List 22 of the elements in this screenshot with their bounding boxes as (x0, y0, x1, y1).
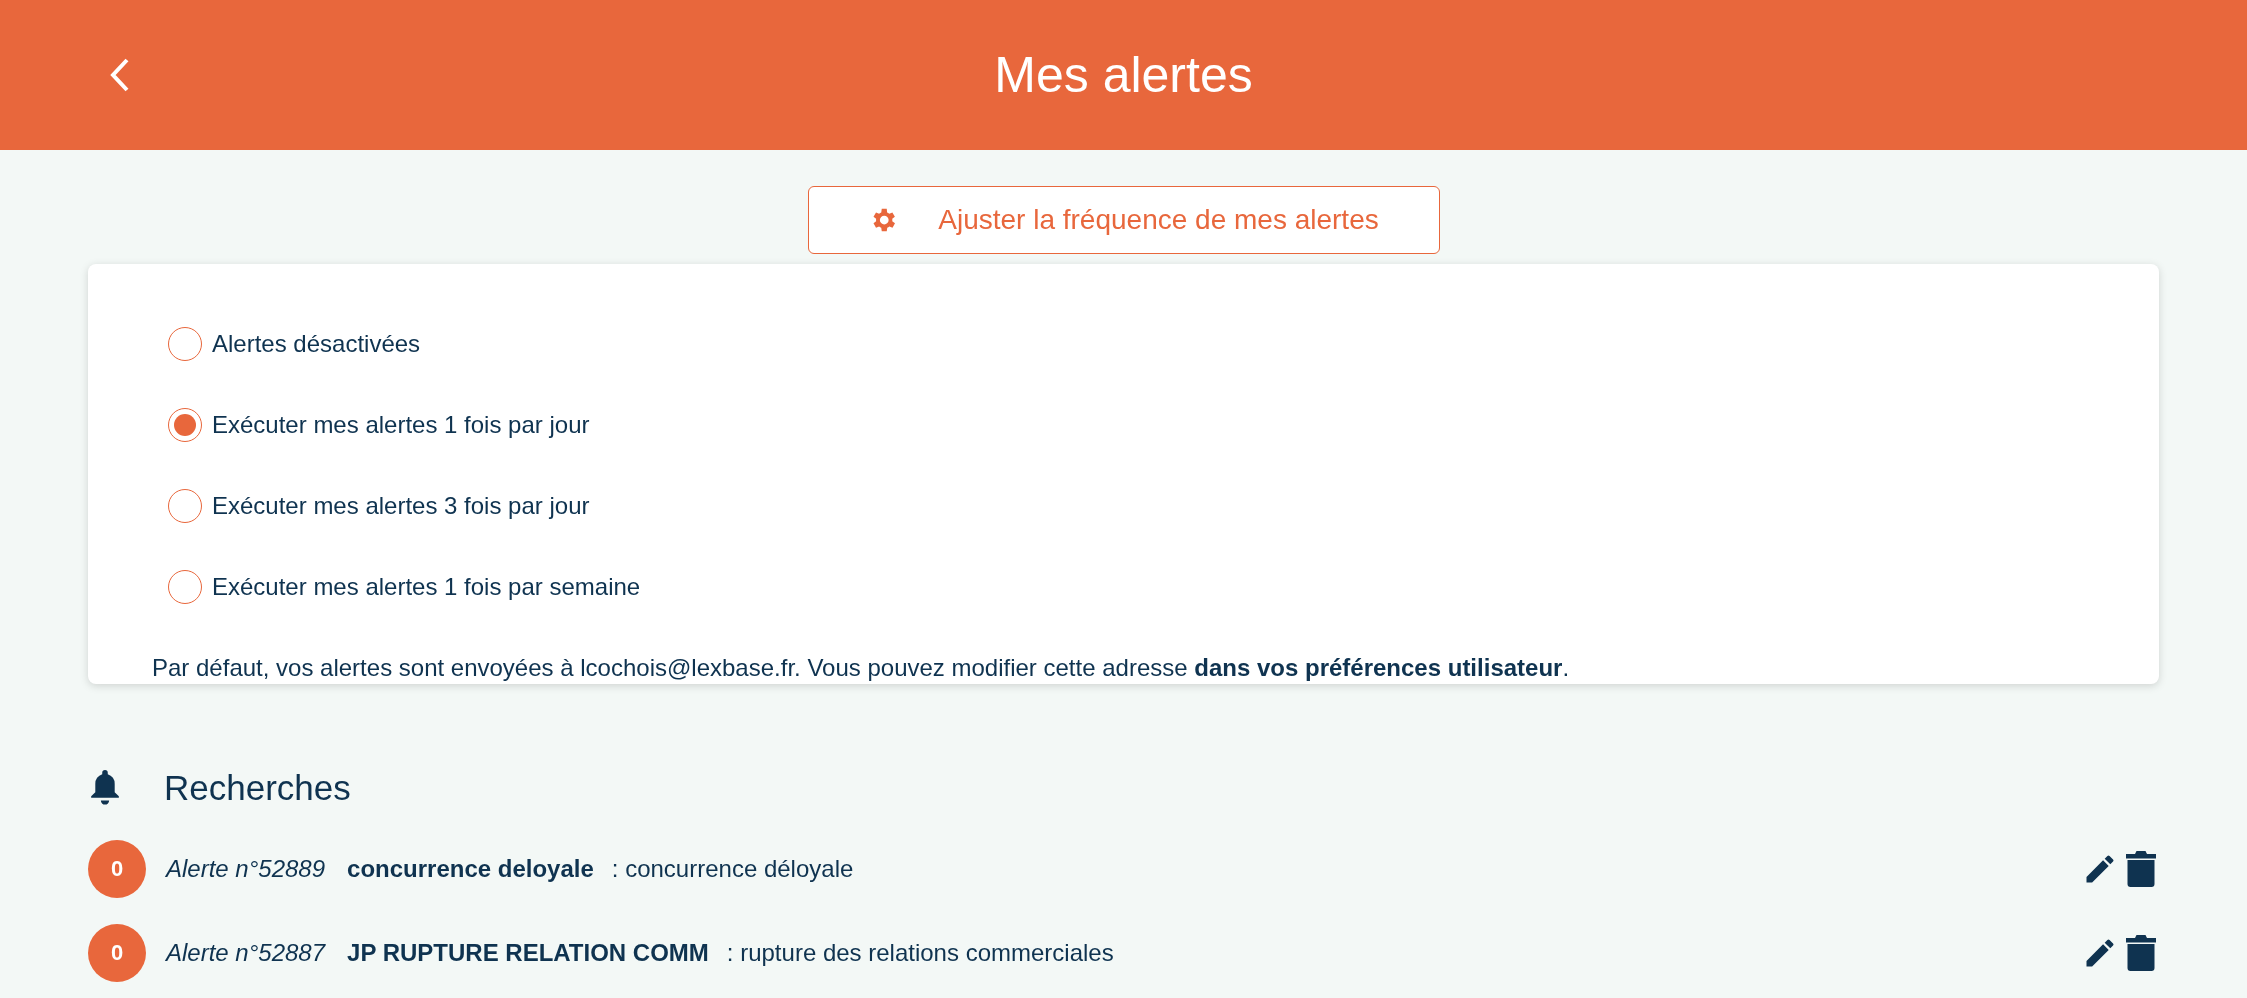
frequency-option[interactable]: Exécuter mes alertes 1 fois par jour (154, 407, 590, 443)
alert-number: Alerte n°52889 (166, 853, 326, 884)
alert-name[interactable]: concurrence deloyale (347, 850, 594, 887)
count-badge: 0 (88, 839, 146, 898)
back-icon (109, 57, 131, 93)
frequency-option[interactable]: Exécuter mes alertes 3 fois par jour (154, 488, 590, 524)
alert-query: : concurrence déloyale (611, 853, 854, 884)
page-title: Mes alertes (994, 45, 1253, 105)
count-badge: 0 (88, 923, 146, 982)
alert-name[interactable]: JP RUPTURE RELATION COMM (347, 934, 709, 971)
trash-icon (2126, 934, 2156, 971)
frequency-option[interactable]: Exécuter mes alertes 1 fois par semaine (154, 569, 641, 605)
delete-button[interactable] (2123, 933, 2159, 972)
alert-query: : rupture des relations commerciales (726, 937, 1114, 968)
bell-icon (88, 770, 122, 807)
delete-button[interactable] (2123, 849, 2159, 888)
alert-number: Alerte n°52887 (166, 937, 326, 968)
frequency-option[interactable]: Alertes désactivées (154, 326, 421, 362)
section-title: Recherches (164, 767, 351, 809)
trash-icon (2126, 850, 2156, 887)
preferences-link[interactable]: dans vos préférences utilisateur (1194, 654, 1563, 681)
default-address-note: Par défaut, vos alertes sont envoyées à lcochois@lexbase.fr. Vous pouvez modifier cette adresse dans vos préférences utilisateur. (152, 653, 1571, 683)
